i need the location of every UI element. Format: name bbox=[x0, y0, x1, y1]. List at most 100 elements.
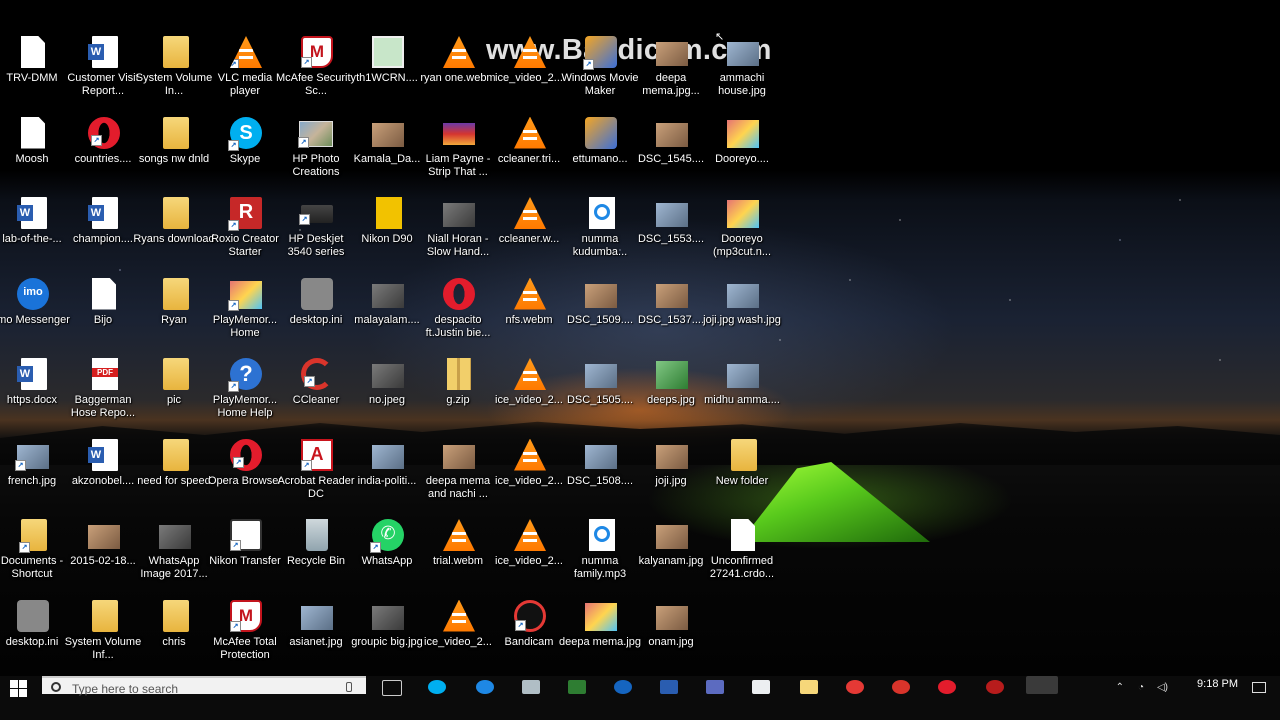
word-taskbar-icon[interactable] bbox=[660, 680, 678, 694]
desktop-icon[interactable]: ↗ french.jpg bbox=[0, 439, 67, 517]
taskbar-clock[interactable]: 9:18 PM bbox=[1197, 678, 1238, 690]
desktop-icon[interactable]: ryan one.webm bbox=[420, 36, 496, 114]
desktop-icon[interactable]: deepa mema and nachi ... bbox=[423, 439, 493, 517]
desktop-icon[interactable]: WhatsApp Image 2017... bbox=[139, 519, 209, 597]
desktop-icon[interactable]: Kamala_Da... bbox=[352, 117, 422, 195]
task-view-icon[interactable] bbox=[382, 680, 402, 696]
desktop-icon[interactable]: DSC_1508.... bbox=[565, 439, 635, 517]
desktop-icon[interactable]: deeps.jpg bbox=[636, 358, 706, 436]
edge-taskbar-icon[interactable] bbox=[476, 680, 494, 694]
desktop-icon[interactable]: nfs.webm bbox=[494, 277, 564, 356]
desktop-icon[interactable]: malayalam.... bbox=[352, 278, 422, 356]
volume-icon[interactable]: ◁) bbox=[1157, 682, 1168, 693]
desktop-icon[interactable]: g.zip bbox=[423, 358, 493, 436]
desktop-icon[interactable]: india-politi... bbox=[352, 439, 422, 517]
desktop-icon[interactable]: desktop.ini bbox=[0, 599, 67, 677]
desktop-icon[interactable]: https.docx bbox=[0, 358, 67, 436]
desktop-icon[interactable]: Liam Payne - Strip That ... bbox=[423, 117, 493, 195]
desktop-icon[interactable]: ice_video_2... bbox=[423, 599, 493, 677]
desktop-icon[interactable]: DSC_1553.... bbox=[636, 197, 706, 275]
desktop-icon[interactable]: need for speed bbox=[137, 438, 211, 517]
ie-taskbar-icon[interactable] bbox=[614, 680, 632, 694]
desktop-icon[interactable]: DSC_1537.... bbox=[636, 278, 706, 356]
desktop-icon[interactable]: ↗ Documents - Shortcut bbox=[0, 519, 67, 597]
desktop-icon[interactable]: ↗ VLC media player bbox=[210, 36, 280, 114]
desktop-icon[interactable]: ↗Skype bbox=[210, 116, 280, 195]
desktop-icon[interactable]: ccleaner.tri... bbox=[494, 116, 564, 195]
taskbar-search-box[interactable]: Type here to search bbox=[42, 676, 366, 696]
desktop-icon[interactable]: groupic big.jpg bbox=[351, 600, 423, 677]
desktop-icon[interactable]: midhu amma.... bbox=[704, 358, 780, 436]
desktop-icon[interactable]: DSC_1505.... bbox=[565, 358, 635, 436]
desktop-icon[interactable]: numma family.mp3 bbox=[565, 519, 635, 597]
desktop-icon[interactable]: deepa mema.jpg bbox=[559, 600, 641, 677]
desktop-icon[interactable]: ↗ Roxio Creator Starter bbox=[210, 197, 280, 275]
desktop-icon[interactable]: ↗ WhatsApp bbox=[352, 519, 422, 597]
desktop-icon[interactable]: ↗ PlayMemor... Home Help bbox=[210, 358, 280, 436]
bandicam-taskbar-icon[interactable] bbox=[986, 680, 1004, 694]
desktop-icon[interactable]: ↗ CCleaner bbox=[281, 358, 351, 436]
desktop-icon[interactable]: ↗ countries.... bbox=[68, 116, 138, 195]
desktop-icon[interactable]: ↗ Opera Browser bbox=[208, 438, 282, 517]
desktop-icon[interactable]: Dooreyo (mp3cut.n... bbox=[707, 197, 777, 275]
desktop-icon[interactable]: Nikon D90 bbox=[352, 197, 422, 275]
desktop-icon[interactable]: ettumano... bbox=[565, 116, 635, 195]
desktop-icon[interactable]: System Volume Inf... bbox=[65, 599, 141, 677]
action-center-icon[interactable] bbox=[1252, 682, 1266, 693]
desktop-icon[interactable]: Ryan bbox=[139, 277, 209, 356]
desktop-icon[interactable]: ↗ Acrobat Reader DC bbox=[277, 438, 355, 517]
desktop-icon[interactable]: th1WCRN.... bbox=[352, 36, 422, 114]
desktop-icon[interactable]: ice_video_2... bbox=[494, 519, 564, 597]
opera-taskbar-icon[interactable] bbox=[938, 680, 956, 694]
desktop-icon[interactable]: Moosh bbox=[0, 116, 67, 195]
desktop-icon[interactable]: numma kudumba... bbox=[565, 197, 635, 275]
excel-taskbar-icon[interactable] bbox=[568, 680, 586, 694]
desktop-icon[interactable]: deepa mema.jpg... bbox=[636, 36, 706, 114]
desktop-icon[interactable]: chris bbox=[139, 599, 209, 677]
desktop-icon[interactable]: Ryans download bbox=[133, 197, 215, 275]
skype-taskbar-icon[interactable] bbox=[428, 680, 446, 694]
desktop-icon[interactable]: ↗ McAfee Total Protection bbox=[210, 599, 280, 677]
desktop-icon[interactable]: New folder bbox=[707, 438, 777, 517]
desktop-icon[interactable]: Recycle Bin bbox=[281, 519, 351, 597]
microphone-icon[interactable] bbox=[346, 682, 352, 692]
desktop-icon[interactable]: ↗ HP Deskjet 3540 series bbox=[281, 197, 351, 275]
desktop-icon[interactable]: ice_video_2... bbox=[494, 358, 564, 436]
desktop-icon[interactable]: TRV-DMM bbox=[0, 36, 67, 114]
desktop-icon[interactable]: Imo Messenger bbox=[0, 277, 70, 356]
desktop-icon[interactable]: System Volume In... bbox=[136, 36, 212, 114]
desktop-icon[interactable]: Dooreyo.... bbox=[707, 117, 777, 195]
desktop-icon[interactable]: asianet.jpg bbox=[281, 600, 351, 677]
desktop-icon[interactable]: ↗ Nikon Transfer bbox=[209, 519, 281, 597]
desktop-icon[interactable]: Niall Horan - Slow Hand... bbox=[423, 197, 493, 275]
tray-up-arrow-icon[interactable]: ⌃ bbox=[1116, 682, 1124, 693]
chrome-active-taskbar-icon[interactable] bbox=[1026, 676, 1058, 694]
file-explorer-taskbar-icon[interactable] bbox=[800, 680, 818, 694]
desktop-icon[interactable]: ↗ Bandicam bbox=[494, 599, 564, 677]
photos-taskbar-icon[interactable] bbox=[706, 680, 724, 694]
desktop-icon[interactable]: joji.jpg bbox=[636, 439, 706, 517]
desktop-icon[interactable]: ccleaner.w... bbox=[494, 197, 564, 275]
store-taskbar-icon[interactable] bbox=[522, 680, 540, 694]
desktop-icon[interactable]: Customer Visit Report... bbox=[67, 36, 139, 114]
desktop-icon[interactable]: songs nw dnld bbox=[139, 116, 209, 195]
desktop-icon[interactable]: no.jpeg bbox=[352, 358, 422, 436]
start-button[interactable] bbox=[10, 680, 28, 698]
desktop-icon[interactable]: ↗ HP Photo Creations bbox=[281, 117, 351, 195]
desktop-icon[interactable]: ↗ McAfee Security Sc... bbox=[276, 36, 356, 114]
desktop-icon[interactable]: kalyanam.jpg bbox=[636, 519, 706, 597]
desktop[interactable]: www.Bandicam.com ↖ TRV-DMMMooshlab-of-th… bbox=[0, 0, 1280, 676]
desktop-icon[interactable]: despacito ft.Justin bie... bbox=[423, 277, 493, 356]
desktop-icon[interactable]: Unconfirmed 27241.crdo... bbox=[707, 519, 777, 597]
desktop-icon[interactable]: desktop.ini bbox=[281, 277, 351, 356]
desktop-icon[interactable]: ↗ PlayMemor... Home bbox=[210, 278, 280, 356]
network-icon[interactable]: ◔ bbox=[1138, 682, 1144, 693]
desktop-icon[interactable]: pic bbox=[139, 358, 209, 436]
desktop-icon[interactable]: trial.webm bbox=[423, 519, 493, 597]
desktop-icon[interactable]: DSC_1509.... bbox=[565, 278, 635, 356]
desktop-icon[interactable]: ↗ Windows Movie Maker bbox=[561, 36, 639, 114]
mail-taskbar-icon[interactable] bbox=[752, 680, 770, 694]
desktop-icon[interactable]: ice_video_2... bbox=[494, 36, 564, 114]
desktop-icon[interactable]: 2015-02-18... bbox=[68, 519, 138, 597]
desktop-icon[interactable]: lab-of-the-... bbox=[0, 197, 67, 275]
